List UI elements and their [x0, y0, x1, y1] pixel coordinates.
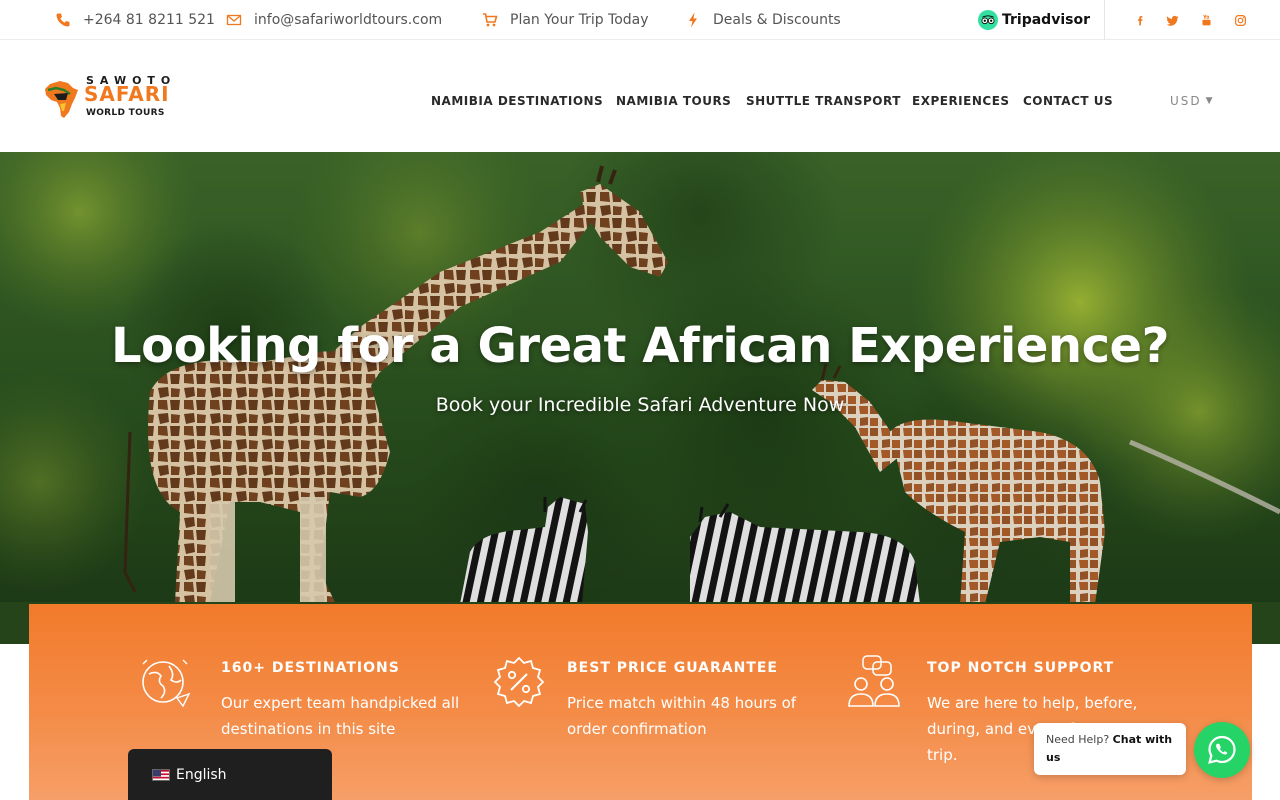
language-switcher[interactable]: English	[128, 749, 332, 800]
facebook-icon[interactable]	[1132, 0, 1148, 40]
tripadvisor-text: Tripadvisor	[1002, 12, 1090, 28]
caret-down-icon: ▼	[1205, 96, 1213, 106]
phone-icon	[55, 12, 71, 28]
globe-icon	[142, 659, 191, 708]
instagram-icon[interactable]	[1232, 0, 1248, 40]
language-label: English	[176, 766, 227, 783]
plan-trip-text: Plan Your Trip Today	[510, 12, 649, 28]
deals-link[interactable]: Deals & Discounts	[685, 0, 841, 40]
feature-text: Our expert team handpicked all destinati…	[221, 694, 460, 738]
plan-trip-link[interactable]: Plan Your Trip Today	[482, 0, 649, 40]
topbar-divider	[1104, 0, 1105, 40]
currency-value: USD	[1170, 94, 1202, 108]
chat-help-prefix: Need Help?	[1046, 733, 1110, 746]
top-bar: +264 81 8211 521 info@safariworldtours.c…	[0, 0, 1280, 40]
nav-contact-us[interactable]: CONTACT US	[1023, 50, 1113, 152]
twitter-icon[interactable]	[1164, 0, 1180, 40]
feature-title: BEST PRICE GUARANTEE	[567, 660, 778, 676]
currency-selector[interactable]: USD ▼	[1170, 50, 1213, 152]
phone-link[interactable]: +264 81 8211 521	[55, 0, 215, 40]
phone-text: +264 81 8211 521	[83, 12, 215, 28]
feature-title: 160+ DESTINATIONS	[221, 660, 400, 676]
support-people-icon	[848, 655, 900, 707]
hero-subtitle: Book your Incredible Safari Adventure No…	[435, 394, 845, 416]
hero-title: Looking for a Great African Experience?	[111, 318, 1169, 374]
main-header: SAWOTO SAFARI WORLD TOURS NAMIBIA DESTIN…	[0, 50, 1280, 152]
hero-banner: Looking for a Great African Experience? …	[0, 152, 1280, 644]
chat-help-bubble[interactable]: Need Help? Chat with us	[1034, 723, 1186, 775]
whatsapp-button[interactable]	[1194, 722, 1250, 778]
youtube-icon[interactable]	[1198, 0, 1214, 40]
nav-shuttle-transport[interactable]: SHUTTLE TRANSPORT	[746, 50, 901, 152]
logo-text-bottom: WORLD TOURS	[86, 108, 165, 118]
nav-namibia-destinations[interactable]: NAMIBIA DESTINATIONS	[431, 50, 603, 152]
tripadvisor-link[interactable]: Tripadvisor	[978, 9, 1090, 31]
africa-map-icon	[45, 81, 78, 118]
percent-badge-icon	[493, 656, 545, 708]
us-flag-icon	[152, 768, 170, 781]
whatsapp-icon	[1208, 735, 1236, 764]
bolt-icon	[685, 12, 701, 28]
nav-namibia-tours[interactable]: NAMIBIA TOURS	[616, 50, 731, 152]
site-logo[interactable]: SAWOTO SAFARI WORLD TOURS	[42, 74, 172, 124]
cart-icon	[482, 12, 498, 28]
feature-title: TOP NOTCH SUPPORT	[927, 660, 1115, 676]
tripadvisor-owl-icon	[978, 10, 998, 30]
logo-text-middle: SAFARI	[84, 82, 170, 106]
email-link[interactable]: info@safariworldtours.com	[226, 0, 442, 40]
email-text: info@safariworldtours.com	[254, 12, 443, 28]
deals-text: Deals & Discounts	[713, 12, 841, 28]
envelope-icon	[226, 12, 242, 28]
feature-text: Price match within 48 hours of order con…	[567, 694, 797, 738]
nav-experiences[interactable]: EXPERIENCES	[912, 50, 1010, 152]
